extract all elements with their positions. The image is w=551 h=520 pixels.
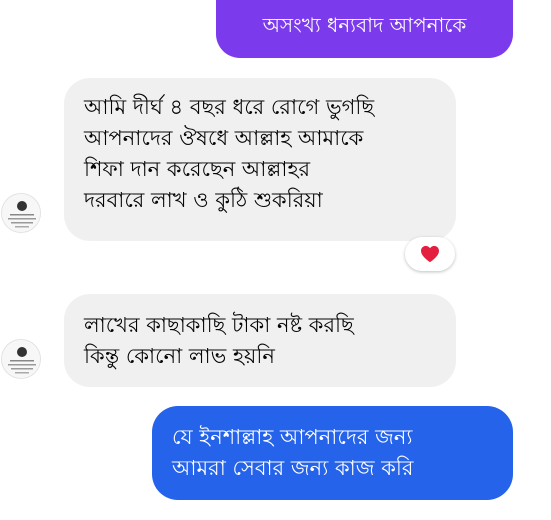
message-bubble-incoming[interactable]: লাখের কাছাকাছি টাকা নষ্ট করছি কিন্তু কোন… bbox=[64, 294, 456, 387]
heart-icon bbox=[421, 245, 439, 263]
message-bubble-outgoing[interactable]: যে ইনশাল্লাহ আপনাদের জন্য আমরা সেবার জন্… bbox=[152, 406, 513, 500]
avatar-image bbox=[2, 340, 40, 378]
avatar[interactable] bbox=[1, 193, 41, 233]
message-text: আপনাদের ঔষধে আল্লাহ আমাকে bbox=[84, 126, 364, 150]
message-text: আমরা সেবার জন্য কাজ করি bbox=[172, 456, 414, 480]
message-text: যে ইনশাল্লাহ আপনাদের জন্য bbox=[172, 425, 413, 449]
message-text: কিন্তু কোনো লাভ হয়নি bbox=[84, 344, 275, 368]
avatar[interactable] bbox=[1, 339, 41, 379]
reaction-badge[interactable] bbox=[405, 237, 455, 271]
avatar-image bbox=[2, 194, 40, 232]
message-text: অসংখ্য ধন্যবাদ আপনাকে bbox=[262, 13, 467, 37]
message-text: লাখের কাছাকাছি টাকা নষ্ট করছি bbox=[84, 313, 354, 337]
message-text: আমি দীর্ঘ ৪ বছর ধরে রোগে ভুগছি bbox=[84, 95, 375, 119]
message-text: শিফা দান করেছেন আল্লাহর bbox=[84, 157, 311, 181]
message-bubble-outgoing[interactable]: অসংখ্য ধন্যবাদ আপনাকে bbox=[216, 0, 513, 58]
message-text: দরবারে লাখ ও কুঠি শুকরিয়া bbox=[84, 188, 323, 212]
message-bubble-incoming[interactable]: আমি দীর্ঘ ৪ বছর ধরে রোগে ভুগছি আপনাদের ঔ… bbox=[64, 78, 456, 241]
